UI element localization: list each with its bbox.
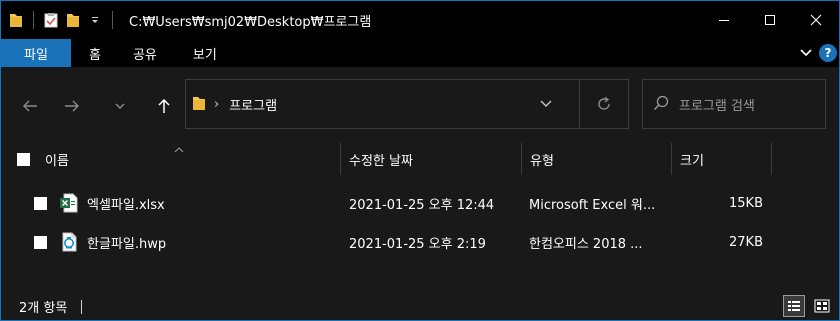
- view-toggle: [783, 295, 833, 317]
- chevron-down-icon[interactable]: [536, 94, 556, 114]
- address-divider: [579, 80, 580, 128]
- file-row[interactable]: 한글파일.hwp 2021-01-25 오후 2:19 한컴오피스 2018 .…: [1, 222, 839, 262]
- tab-share[interactable]: 공유: [115, 39, 171, 67]
- hwp-file-icon: [59, 232, 79, 252]
- row-checkbox[interactable]: [34, 236, 47, 249]
- folder-icon: [192, 95, 206, 114]
- large-icons-view-icon[interactable]: [811, 295, 833, 317]
- column-divider[interactable]: [521, 143, 522, 175]
- file-type: 한컴오피스 2018 ...: [529, 236, 643, 252]
- properties-icon[interactable]: [40, 1, 62, 39]
- column-header-modified[interactable]: 수정한 날짜: [349, 143, 521, 175]
- expand-ribbon-icon[interactable]: [793, 39, 819, 67]
- file-type: Microsoft Excel 워...: [529, 197, 656, 213]
- refresh-icon[interactable]: [594, 94, 614, 114]
- search-input[interactable]: 프로그램 검색: [679, 95, 755, 114]
- maximize-icon[interactable]: [747, 1, 793, 39]
- tab-view[interactable]: 보기: [171, 39, 231, 67]
- file-size: 15KB: [729, 195, 763, 211]
- minimize-icon[interactable]: [701, 1, 747, 39]
- ribbon-tabs: 파일 홈 공유 보기 ?: [1, 39, 839, 67]
- file-name[interactable]: 엑셀파일.xlsx: [87, 183, 165, 223]
- details-view-icon[interactable]: [783, 295, 805, 317]
- address-path[interactable]: 프로그램: [229, 95, 277, 114]
- quick-access-toolbar: [1, 1, 119, 39]
- select-all-checkbox[interactable]: [17, 153, 30, 166]
- window-controls: [701, 1, 839, 39]
- toolbar-separator: [33, 11, 34, 29]
- back-arrow-icon[interactable]: [15, 91, 45, 121]
- customize-toolbar-icon[interactable]: [84, 1, 106, 39]
- file-row[interactable]: 엑셀파일.xlsx 2021-01-25 오후 12:44 Microsoft …: [1, 183, 839, 223]
- navigation-bar: › 프로그램 프로그램 검색: [1, 67, 839, 143]
- window-title: C:₩Users₩smj02₩Desktop₩프로그램: [129, 14, 372, 30]
- forward-arrow-icon[interactable]: [57, 91, 87, 121]
- row-checkbox[interactable]: [34, 197, 47, 210]
- column-divider[interactable]: [671, 143, 672, 175]
- column-divider[interactable]: [771, 143, 772, 175]
- file-modified: 2021-01-25 오후 12:44: [349, 197, 495, 213]
- recent-locations-icon[interactable]: [105, 91, 135, 121]
- toolbar-separator: [112, 11, 113, 29]
- file-explorer-window: C:₩Users₩smj02₩Desktop₩프로그램 파일 홈 공유 보기 ?: [0, 0, 840, 321]
- folder-app-icon[interactable]: [5, 1, 27, 39]
- up-arrow-icon[interactable]: [149, 91, 179, 121]
- search-icon: [653, 95, 669, 114]
- status-bar: 2개 항목: [1, 293, 839, 320]
- file-modified: 2021-01-25 오후 2:19: [349, 236, 486, 252]
- search-box[interactable]: 프로그램 검색: [642, 79, 826, 129]
- address-bar[interactable]: › 프로그램: [185, 79, 629, 129]
- file-size: 27KB: [729, 234, 763, 250]
- column-header-size[interactable]: 크기: [680, 143, 771, 175]
- status-divider: [81, 299, 83, 314]
- item-count: 2개 항목: [19, 301, 68, 316]
- column-headers: 이름 수정한 날짜 유형 크기: [1, 143, 839, 175]
- column-header-type[interactable]: 유형: [530, 143, 671, 175]
- tab-file[interactable]: 파일: [1, 39, 71, 67]
- column-header-name[interactable]: 이름: [45, 143, 340, 175]
- file-name[interactable]: 한글파일.hwp: [87, 222, 166, 262]
- chevron-right-icon[interactable]: ›: [214, 97, 219, 112]
- ribbon-right: ?: [793, 39, 839, 67]
- excel-file-icon: [59, 193, 79, 213]
- title-bar: C:₩Users₩smj02₩Desktop₩프로그램: [1, 1, 839, 39]
- column-divider[interactable]: [340, 143, 341, 175]
- new-folder-icon[interactable]: [62, 1, 84, 39]
- close-icon[interactable]: [793, 1, 839, 39]
- tab-home[interactable]: 홈: [71, 39, 115, 67]
- help-icon[interactable]: ?: [819, 44, 837, 62]
